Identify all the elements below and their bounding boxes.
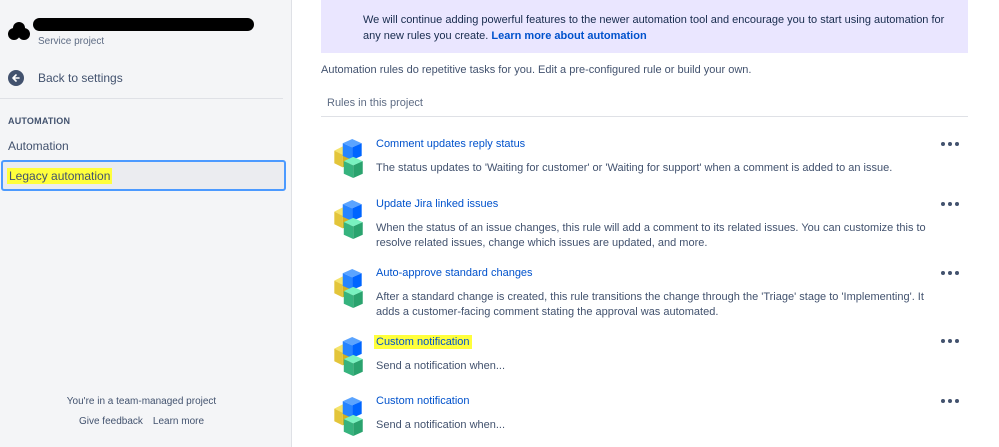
banner-text: We will continue adding powerful feature… [363, 14, 945, 42]
sidebar-item-legacy-automation[interactable]: Legacy automation [1, 160, 286, 191]
rule-description: When the status of an issue changes, thi… [376, 222, 926, 249]
project-avatar [8, 22, 30, 42]
info-banner: We will continue adding powerful feature… [321, 0, 968, 53]
sidebar-divider [0, 98, 283, 99]
more-actions-icon[interactable] [941, 268, 959, 278]
intro-text: Automation rules do repetitive tasks for… [321, 64, 752, 76]
rule-title-link[interactable]: Update Jira linked issues [376, 198, 498, 210]
back-arrow-icon [8, 70, 24, 86]
more-actions-icon[interactable] [941, 336, 959, 346]
more-actions-icon[interactable] [941, 396, 959, 406]
banner-message: We will continue adding powerful feature… [363, 12, 963, 44]
automation-cubes-icon [331, 337, 365, 377]
rule-title-link[interactable]: Auto-approve standard changes [376, 267, 533, 279]
learn-more-automation-link[interactable]: Learn more about automation [491, 30, 646, 42]
sidebar-item-automation[interactable]: Automation [8, 139, 69, 153]
rule-description: Send a notification when... [376, 419, 506, 431]
more-actions-icon[interactable] [941, 199, 959, 209]
back-to-settings-link[interactable]: Back to settings [8, 69, 123, 87]
rule-description: Send a notification when... [376, 360, 506, 372]
more-actions-icon[interactable] [941, 139, 959, 149]
automation-cubes-icon [331, 139, 365, 179]
give-feedback-link[interactable]: Give feedback [79, 416, 143, 427]
automation-cubes-icon [331, 397, 365, 437]
rule-title-link[interactable]: Comment updates reply status [376, 138, 525, 150]
rule-description: After a standard change is created, this… [376, 291, 924, 318]
back-to-settings-label: Back to settings [38, 71, 123, 85]
learn-more-link[interactable]: Learn more [153, 416, 204, 427]
automation-cubes-icon [331, 269, 365, 309]
rule-title-link[interactable]: Custom notification [376, 395, 470, 407]
team-managed-note: You're in a team-managed project [66, 396, 217, 407]
sidebar: Service project Back to settings AUTOMAT… [0, 0, 292, 447]
project-type: Service project [38, 36, 105, 47]
sidebar-item-legacy-automation-label: Legacy automation [7, 168, 113, 184]
rules-divider [321, 116, 968, 117]
sidebar-section-heading: AUTOMATION [8, 116, 71, 126]
rules-heading: Rules in this project [327, 97, 423, 109]
rule-description: The status updates to 'Waiting for custo… [376, 162, 893, 174]
rule-title-link[interactable]: Custom notification [374, 335, 472, 349]
automation-cubes-icon [331, 200, 365, 240]
project-name-redacted [33, 18, 254, 31]
sidebar-footer-links: Give feedback Learn more [0, 416, 283, 427]
